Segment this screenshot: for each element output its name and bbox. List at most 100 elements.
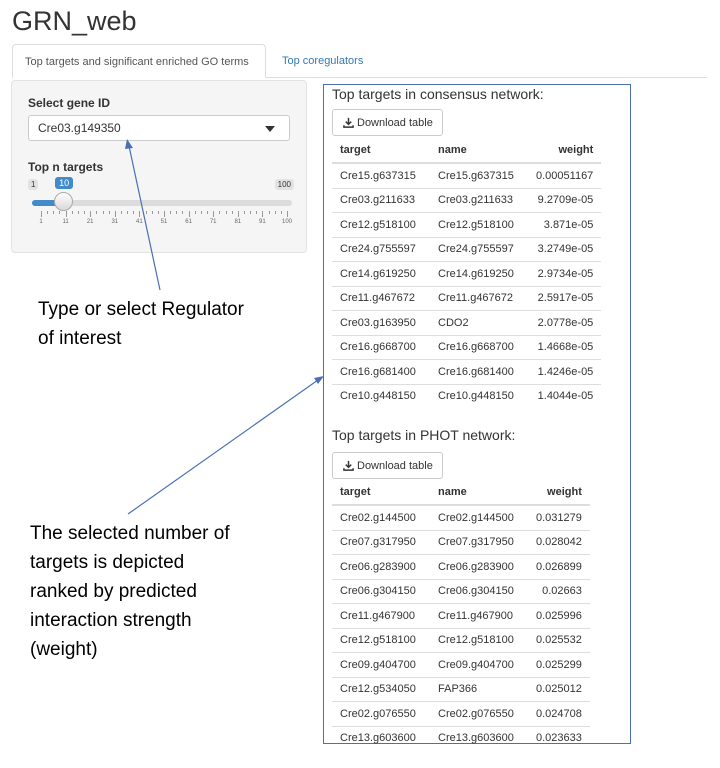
annotation-line: Type or select Regulator [38, 299, 244, 320]
annotation-regulator: Type or select Regulator of interest [38, 295, 244, 353]
slider-tick [231, 211, 233, 214]
cell-target: Cre02.g076550 [332, 701, 430, 726]
cell-weight: 0.02663 [528, 578, 590, 604]
cell-weight: 3.2749e-05 [528, 236, 602, 262]
app-title: GRN_web [12, 6, 137, 36]
download-icon [343, 117, 354, 128]
cell-target: Cre24.g755597 [332, 236, 430, 262]
slider-tick [262, 211, 264, 217]
cell-target: Cre12.g534050 [332, 676, 430, 702]
consensus-download-button[interactable]: Download table [332, 109, 443, 136]
top-n-label: Top n targets [28, 160, 104, 174]
slider-tick [176, 211, 178, 214]
slider-tick [65, 211, 67, 217]
slider-tick-label: 1 [39, 219, 43, 225]
cell-name: Cre06.g283900 [430, 554, 528, 579]
cell-name: Cre11.g467672 [430, 285, 528, 311]
table-row: Cre06.g283900 Cre06.g283900 0.026899 [332, 554, 590, 579]
cell-target: Cre02.g144500 [332, 504, 430, 530]
table-row: Cre03.g211633 Cre03.g211633 9.2709e-05 [332, 187, 602, 213]
cell-weight: 0.023633 [528, 725, 590, 750]
cell-target: Cre12.g518100 [332, 627, 430, 653]
cell-weight: 2.9734e-05 [528, 261, 602, 286]
cell-name: Cre24.g755597 [430, 236, 528, 262]
slider-tick [96, 211, 98, 214]
table-row: Cre10.g448150 Cre10.g448150 1.4044e-05 [332, 383, 602, 408]
slider-tick [280, 211, 282, 214]
download-icon [343, 460, 354, 471]
column-header-name[interactable]: name [430, 138, 528, 164]
phot-title: Top targets in PHOT network: [332, 427, 516, 443]
slider-min-label: 1 [28, 179, 39, 190]
gene-id-select[interactable]: Cre03.g149350 [28, 115, 290, 141]
table-row: Cre12.g534050 FAP366 0.025012 [332, 676, 590, 702]
table-row: Cre12.g518100 Cre12.g518100 0.025532 [332, 627, 590, 653]
table-row: Cre11.g467900 Cre11.g467900 0.025996 [332, 603, 590, 628]
annotation-line: The selected number of [30, 523, 230, 544]
tab-top-coregulators[interactable]: Top coregulators [270, 44, 375, 78]
cell-weight: 0.028042 [528, 529, 590, 555]
phot-table: target name weight Cre02.g144500 Cre02.g1… [332, 480, 590, 750]
slider-tick-label: 71 [209, 219, 217, 225]
sidebar-panel: Select gene ID Cre03.g149350 Top n targe… [11, 80, 307, 253]
cell-weight: 0.024708 [528, 701, 590, 726]
slider-tick-label: 21 [86, 219, 94, 225]
slider-tick [47, 211, 49, 214]
cell-name: Cre15.g637315 [430, 162, 528, 188]
download-button-label: Download table [357, 117, 433, 129]
annotation-line: ranked by predicted [30, 581, 197, 602]
cell-name: CDO2 [430, 310, 528, 335]
top-n-slider[interactable]: 1 100 10 1 11 21 31 41 51 61 71 81 91 100 [28, 177, 294, 227]
column-header-name[interactable]: name [430, 480, 528, 506]
cell-name: Cre12.g518100 [430, 627, 528, 653]
table-row: Cre15.g637315 Cre15.g637315 0.00051167 [332, 162, 602, 188]
slider-tick [139, 211, 141, 217]
column-header-target[interactable]: target [332, 138, 430, 164]
slider-tick [102, 211, 104, 214]
slider-tick [237, 211, 239, 217]
cell-target: Cre06.g283900 [332, 554, 430, 579]
slider-tick-label: 41 [136, 219, 143, 225]
annotation-line: interaction strength [30, 610, 192, 631]
cell-name: FAP366 [430, 676, 528, 702]
cell-name: Cre16.g681400 [430, 359, 528, 384]
cell-name: Cre09.g404700 [430, 652, 528, 677]
gene-id-label: Select gene ID [28, 96, 111, 110]
slider-handle[interactable] [54, 192, 74, 211]
annotation-line: (weight) [30, 639, 98, 660]
download-button-label: Download table [357, 460, 433, 472]
cell-target: Cre06.g304150 [332, 578, 430, 604]
annotation-ranked: The selected number of targets is depict… [30, 519, 230, 664]
column-header-target[interactable]: target [332, 480, 430, 506]
slider-tick [120, 211, 122, 214]
slider-tick [59, 211, 61, 214]
cell-weight: 2.0778e-05 [528, 310, 602, 335]
slider-tick [90, 211, 92, 217]
table-row: Cre24.g755597 Cre24.g755597 3.2749e-05 [332, 236, 602, 262]
cell-weight: 1.4668e-05 [528, 334, 602, 360]
cell-name: Cre11.g467900 [430, 603, 528, 628]
column-header-weight[interactable]: weight [528, 480, 590, 506]
slider-tick [194, 211, 196, 214]
cell-name: Cre06.g304150 [430, 578, 528, 604]
cell-weight: 1.4044e-05 [528, 383, 602, 408]
column-header-weight[interactable]: weight [528, 138, 602, 164]
slider-tick [114, 211, 116, 217]
table-row: Cre13.g603600 Cre13.g603600 0.023633 [332, 725, 590, 750]
cell-weight: 0.025996 [528, 603, 590, 628]
table-row: Cre03.g163950 CDO2 2.0778e-05 [332, 310, 602, 335]
consensus-table: target name weight Cre15.g637315 Cre15.g6… [332, 138, 602, 408]
caret-down-icon [265, 126, 275, 132]
phot-download-button[interactable]: Download table [332, 452, 443, 479]
slider-tick-label: 51 [160, 219, 168, 225]
cell-name: Cre03.g211633 [430, 187, 528, 213]
cell-target: Cre16.g668700 [332, 334, 430, 360]
cell-target: Cre15.g637315 [332, 162, 430, 188]
slider-tick [287, 211, 288, 217]
slider-tick [133, 211, 135, 214]
cell-weight: 2.5917e-05 [528, 285, 602, 311]
slider-tick [243, 211, 245, 214]
tab-top-targets[interactable]: Top targets and significant enriched GO … [12, 44, 266, 78]
slider-tick [207, 211, 209, 214]
table-row: Cre07.g317950 Cre07.g317950 0.028042 [332, 529, 590, 555]
